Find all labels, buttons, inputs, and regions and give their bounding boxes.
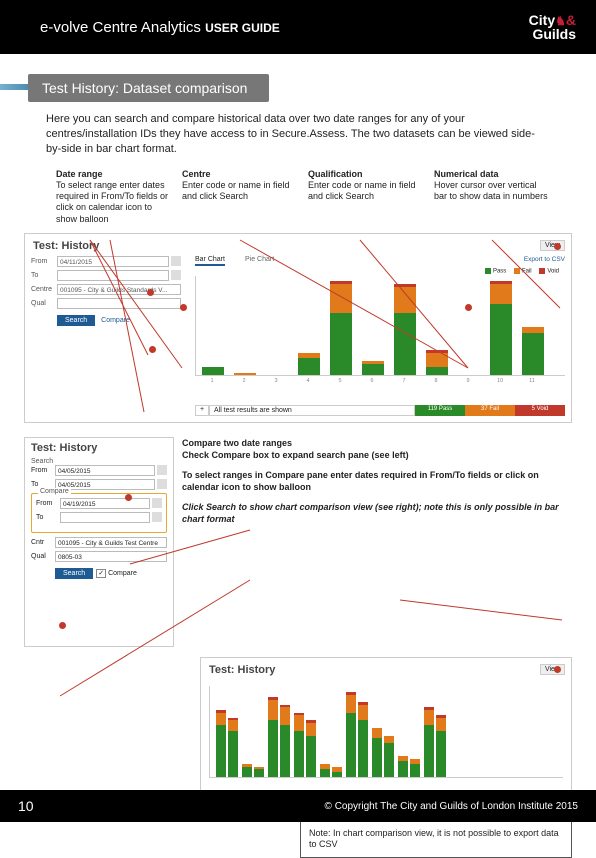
from-input[interactable]: 04/05/2015	[55, 465, 155, 476]
panel-title: Test: History	[25, 234, 571, 252]
qual-label: Qual	[31, 300, 57, 307]
view-button[interactable]: View	[540, 240, 565, 251]
page-footer: 10 © Copyright The City and Guilds of Lo…	[0, 790, 596, 822]
instruction-text: Compare two date rangesCheck Compare box…	[182, 437, 572, 647]
bar-chart	[195, 276, 565, 376]
compare-link[interactable]: Compare	[101, 317, 130, 324]
note-box: Note: In chart comparison view, it is no…	[300, 821, 572, 858]
summary-pass: 119 Pass	[415, 405, 465, 416]
compare-to-input[interactable]	[60, 512, 150, 523]
copyright-text: © Copyright The City and Guilds of Londo…	[325, 801, 578, 812]
callout-row: Date rangeTo select range enter dates re…	[0, 169, 596, 229]
screenshot-comparison-chart: Test: History View + Results 26 12 3 22 …	[200, 657, 572, 811]
pointer-dot	[554, 666, 561, 673]
x-axis-labels: 1234567891011	[195, 376, 565, 386]
pointer-dot	[554, 243, 561, 250]
calendar-icon[interactable]	[152, 512, 162, 522]
summary-row: + All test results are shown 119 Pass 37…	[195, 405, 565, 416]
compare-box: Compare From04/19/2015 To	[31, 493, 167, 533]
intro-text: Here you can search and compare historic…	[0, 102, 596, 169]
chart-tabs: Bar Chart Pie Chart	[195, 256, 565, 266]
centre-input[interactable]: 001095 - City & Guilds Standards V...	[57, 284, 181, 295]
calendar-icon[interactable]	[171, 256, 181, 266]
pointer-dot	[125, 494, 132, 501]
summary-void: 5 Void	[515, 405, 565, 416]
calendar-icon[interactable]	[171, 270, 181, 280]
comparison-bar-chart	[209, 686, 563, 778]
pointer-dot	[59, 622, 66, 629]
compare-from-input[interactable]: 04/19/2015	[60, 498, 150, 509]
header-title: e-volve Centre Analytics USER GUIDE	[40, 19, 280, 36]
page-number: 10	[18, 798, 34, 814]
chart-legend: Pass Fail Void	[195, 268, 559, 275]
calendar-icon[interactable]	[152, 498, 162, 508]
section-header: Test History: Dataset comparison	[0, 74, 596, 102]
from-label: From	[31, 258, 57, 265]
to-label: To	[31, 272, 57, 279]
summary-label: All test results are shown	[209, 405, 415, 416]
qual-input[interactable]: 0805-03	[55, 551, 167, 562]
pointer-dot	[465, 304, 472, 311]
qual-input[interactable]	[57, 298, 181, 309]
summary-fail: 37 Fail	[465, 405, 515, 416]
calendar-icon[interactable]	[157, 465, 167, 475]
pointer-dot	[147, 289, 154, 296]
export-csv-link[interactable]: Export to CSV	[524, 256, 565, 263]
search-button[interactable]: Search	[57, 315, 95, 326]
user-guide-label: USER GUIDE	[205, 21, 280, 35]
search-button[interactable]: Search	[55, 568, 93, 579]
panel-title: Test: History	[201, 658, 571, 676]
screenshot-compare-panel: Test: History Search From04/05/2015 To04…	[24, 437, 174, 647]
from-input[interactable]: 04/11/2015	[57, 256, 169, 267]
callout-qualification: QualificationEnter code or name in field…	[308, 169, 424, 225]
page-header: e-volve Centre Analytics USER GUIDE City…	[0, 0, 596, 54]
centre-input[interactable]: 001095 - City & Guilds Test Centre	[55, 537, 167, 548]
pointer-dot	[149, 346, 156, 353]
screenshot-test-history-main: Test: History View From04/11/2015 To Cen…	[24, 233, 572, 423]
section-title: Test History: Dataset comparison	[28, 74, 269, 102]
product-name: e-volve Centre Analytics	[40, 19, 205, 36]
tab-pie-chart[interactable]: Pie Chart	[245, 256, 274, 266]
callout-date-range: Date rangeTo select range enter dates re…	[56, 169, 172, 225]
calendar-icon[interactable]	[157, 479, 167, 489]
expand-icon[interactable]: +	[195, 405, 209, 416]
chart-area: Bar Chart Pie Chart Export to CSV Pass F…	[195, 256, 565, 392]
to-input[interactable]	[57, 270, 169, 281]
search-panel: From04/11/2015 To Centre001095 - City & …	[31, 256, 181, 326]
pointer-dot	[180, 304, 187, 311]
callout-centre: CentreEnter code or name in field and cl…	[182, 169, 298, 225]
callout-numerical: Numerical dataHover cursor over vertical…	[434, 169, 550, 225]
centre-label: Centre	[31, 286, 57, 293]
panel-title: Test: History	[31, 442, 167, 458]
compare-checkbox[interactable]: ✓ Compare	[96, 569, 137, 578]
tab-bar-chart[interactable]: Bar Chart	[195, 256, 225, 266]
brand-logo: City♞& Guilds	[529, 13, 576, 41]
view-button[interactable]: View	[540, 664, 565, 675]
